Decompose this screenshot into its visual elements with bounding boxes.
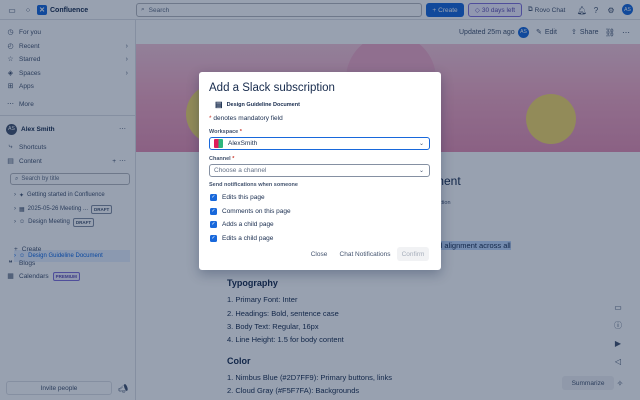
checkbox-label: Comments on this page (222, 208, 291, 215)
document-icon: ▤ (215, 100, 223, 109)
checkbox-checked-icon[interactable]: ✓ (210, 208, 217, 215)
notify-label: Send notifications when someone (209, 182, 298, 188)
required-star: * (209, 115, 212, 122)
page-name: Design Guideline Document (226, 101, 300, 108)
chevron-down-icon: ⌄ (418, 168, 424, 174)
checkbox-checked-icon[interactable]: ✓ (210, 235, 217, 242)
checkbox-adds-child-page[interactable]: ✓ Adds a child page (210, 221, 274, 228)
required-star: * (239, 129, 242, 135)
slack-subscription-dialog: Add a Slack subscription ▤ Design Guidel… (199, 72, 441, 270)
checkbox-label: Adds a child page (222, 221, 274, 228)
confirm-button[interactable]: Confirm (397, 247, 429, 261)
dialog-page-reference: ▤ Design Guideline Document (215, 100, 300, 109)
dialog-title: Add a Slack subscription (209, 82, 335, 94)
checkbox-comments-page[interactable]: ✓ Comments on this page (210, 208, 291, 215)
required-star: * (232, 156, 235, 162)
checkbox-label: Edits a child page (222, 235, 274, 242)
channel-select[interactable]: Choose a channel ⌄ (209, 164, 430, 177)
workspace-label-text: Workspace (209, 129, 239, 135)
workspace-label: Workspace * (209, 129, 242, 135)
slack-workspace-icon (214, 139, 223, 148)
channel-label: Channel * (209, 156, 234, 162)
workspace-value: AlexSmith (228, 140, 258, 147)
chat-notifications-button[interactable]: Chat Notifications (336, 247, 394, 261)
mandatory-note: * denotes mandatory field (209, 115, 283, 122)
checkbox-checked-icon[interactable]: ✓ (210, 221, 217, 228)
close-button[interactable]: Close (306, 247, 332, 261)
checkbox-checked-icon[interactable]: ✓ (210, 194, 217, 201)
checkbox-edits-page[interactable]: ✓ Edits this page (210, 194, 265, 201)
workspace-select[interactable]: AlexSmith ⌄ (209, 137, 430, 150)
mandatory-text: denotes mandatory field (213, 115, 283, 122)
channel-placeholder: Choose a channel (214, 167, 267, 174)
checkbox-edits-child-page[interactable]: ✓ Edits a child page (210, 235, 273, 242)
chevron-down-icon: ⌄ (418, 141, 424, 147)
channel-label-text: Channel (209, 156, 231, 162)
checkbox-label: Edits this page (222, 194, 265, 201)
